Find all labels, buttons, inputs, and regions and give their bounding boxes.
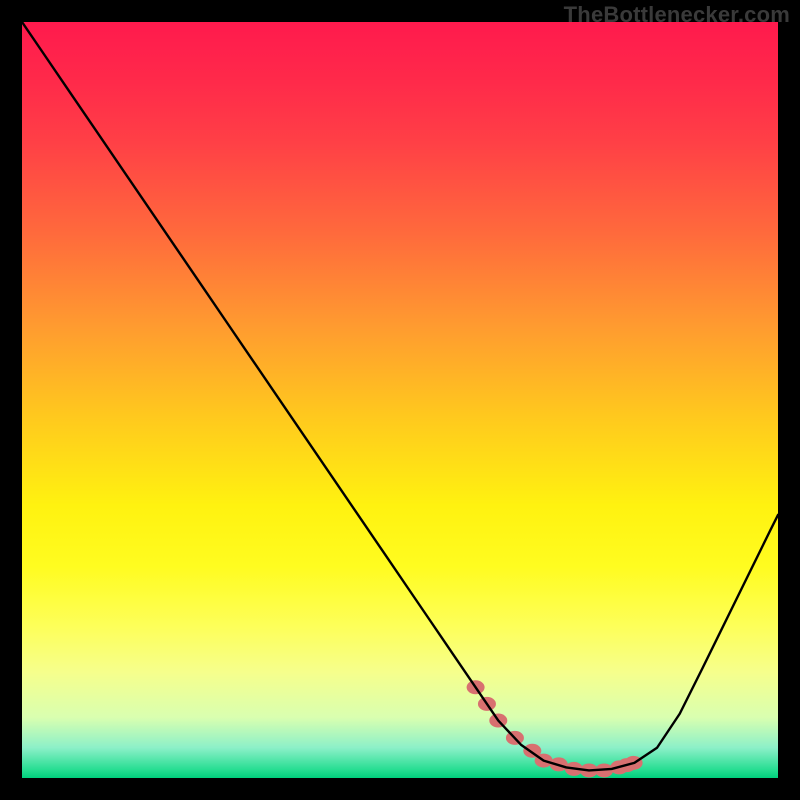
curve-layer <box>22 22 778 778</box>
watermark-label: TheBottlenecker.com <box>564 2 790 28</box>
frame: TheBottlenecker.com <box>0 0 800 800</box>
bottleneck-curve <box>22 22 778 770</box>
plot-area <box>22 22 778 778</box>
